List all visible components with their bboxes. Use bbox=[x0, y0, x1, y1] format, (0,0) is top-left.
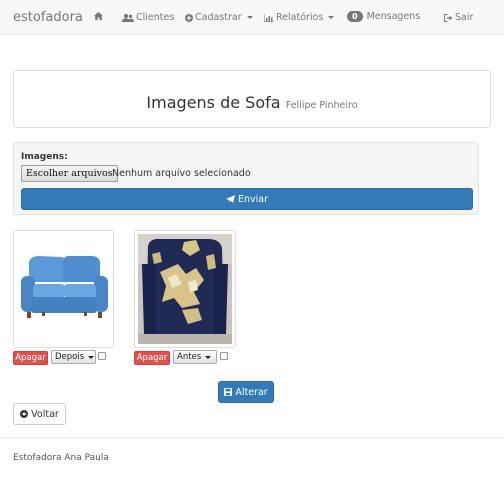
images-label: Imagens: bbox=[21, 152, 68, 162]
users-icon bbox=[122, 13, 134, 22]
stage-select-2-value: Antes bbox=[177, 352, 202, 362]
messages-count-badge: 0 bbox=[347, 11, 363, 22]
nav-sair-label: Sair bbox=[455, 12, 474, 23]
home-icon bbox=[94, 12, 103, 20]
chevron-down-icon bbox=[246, 16, 253, 19]
navbar: estofadora Clientes Cadastrar Relatórios… bbox=[0, 0, 504, 35]
client-name: Fellipe Pinheiro bbox=[285, 100, 358, 111]
back-button-label: Voltar bbox=[31, 408, 59, 420]
nav-sair[interactable]: Sair bbox=[444, 12, 473, 23]
alter-button-label: Alterar bbox=[235, 386, 268, 398]
stage-select-2[interactable]: Antes bbox=[173, 350, 217, 364]
nav-clientes[interactable]: Clientes bbox=[122, 12, 174, 23]
send-button-label: Enviar bbox=[237, 193, 268, 205]
title-panel: Imagens de Sofa Fellipe Pinheiro bbox=[13, 70, 491, 128]
send-button[interactable]: Enviar bbox=[21, 188, 473, 210]
plus-circle-icon bbox=[185, 13, 193, 22]
choose-files-button[interactable]: Escolher arquivos bbox=[21, 165, 118, 182]
chevron-down-icon bbox=[205, 355, 212, 359]
armchair-photo bbox=[138, 234, 232, 344]
nav-relatorios-label: Relatórios bbox=[276, 12, 324, 23]
image-thumbnail-2[interactable] bbox=[134, 230, 236, 348]
nav-clientes-label: Clientes bbox=[136, 12, 175, 23]
upload-form: Imagens: Escolher arquivos Nenhum arquiv… bbox=[13, 142, 479, 215]
page-title-text: Imagens de Sofa bbox=[146, 93, 281, 112]
nav-relatorios[interactable]: Relatórios bbox=[264, 12, 335, 23]
delete-button-2[interactable]: Apagar bbox=[134, 351, 170, 365]
navbar-brand[interactable]: estofadora bbox=[13, 10, 83, 25]
image-thumbnail-1[interactable] bbox=[13, 230, 114, 348]
footer-divider bbox=[0, 437, 504, 438]
paper-plane-icon bbox=[225, 195, 235, 203]
footer-text: Estofadora Ana Paula bbox=[13, 453, 109, 463]
save-icon bbox=[224, 388, 233, 396]
sofa-photo bbox=[17, 234, 110, 344]
bar-chart-icon bbox=[264, 13, 274, 22]
stage-select-1[interactable]: Depois bbox=[51, 350, 96, 364]
delete-button-1[interactable]: Apagar bbox=[13, 351, 48, 365]
page-title: Imagens de Sofa Fellipe Pinheiro bbox=[14, 93, 490, 112]
nav-cadastrar-label: Cadastrar bbox=[195, 12, 242, 23]
nav-home[interactable] bbox=[94, 12, 103, 20]
image-checkbox-1[interactable] bbox=[98, 352, 106, 360]
nav-cadastrar[interactable]: Cadastrar bbox=[185, 12, 253, 23]
chevron-down-icon bbox=[88, 355, 95, 359]
back-button[interactable]: Voltar bbox=[13, 403, 66, 425]
stage-select-1-value: Depois bbox=[55, 352, 85, 362]
sign-out-icon bbox=[444, 13, 453, 22]
image-checkbox-2[interactable] bbox=[220, 352, 228, 360]
alter-button[interactable]: Alterar bbox=[218, 381, 274, 403]
chevron-down-icon bbox=[328, 16, 335, 19]
nav-mensagens[interactable]: 0 Mensagens bbox=[347, 11, 420, 22]
back-arrow-circle-icon bbox=[20, 410, 29, 418]
nav-mensagens-label: Mensagens bbox=[366, 11, 421, 22]
file-status: Nenhum arquivo selecionado bbox=[112, 168, 251, 179]
